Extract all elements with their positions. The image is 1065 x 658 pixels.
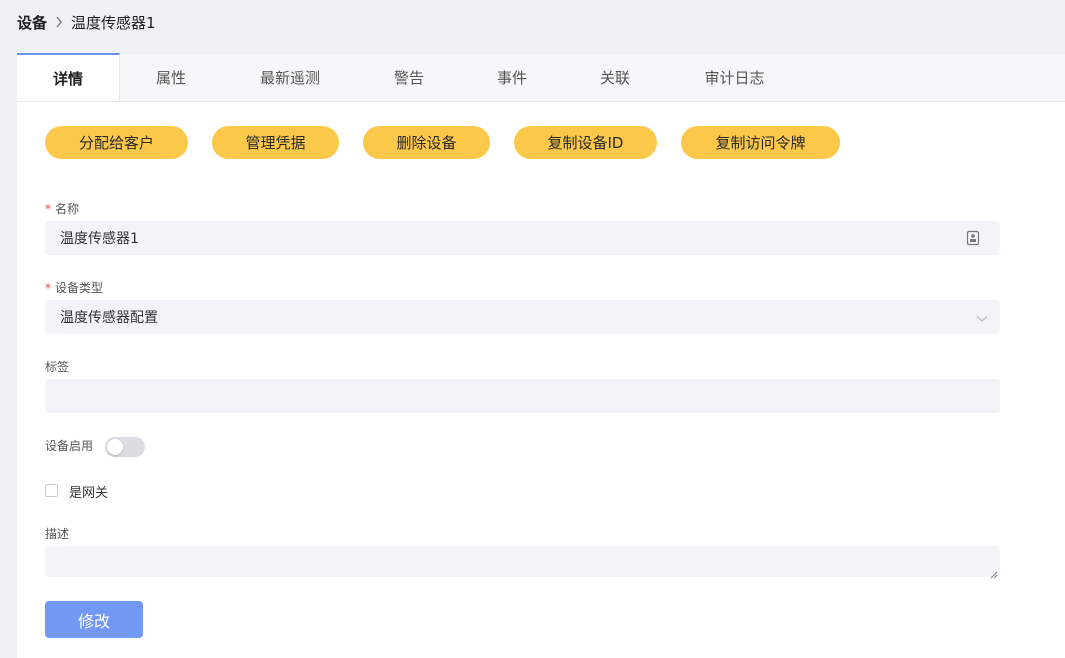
- device-type-select[interactable]: 温度传感器配置: [45, 300, 1000, 334]
- delete-device-button[interactable]: 删除设备: [363, 126, 490, 159]
- tag-input[interactable]: [45, 379, 1000, 413]
- tab-attributes[interactable]: 属性: [131, 54, 211, 101]
- device-enabled-label: 设备启用: [45, 439, 94, 453]
- is-gateway-label[interactable]: 是网关: [69, 482, 108, 501]
- device-detail-card: 详情 属性 最新遥测 警告 事件 关联 审计日志 分配给客户 管理凭据 删除设备…: [17, 53, 1065, 658]
- resize-handle-icon[interactable]: [990, 567, 998, 579]
- assign-customer-button[interactable]: 分配给客户: [45, 126, 188, 159]
- required-mark: *: [45, 202, 51, 216]
- breadcrumb: 设备 温度传感器1: [17, 0, 156, 44]
- tab-bar: 详情 属性 最新遥测 警告 事件 关联 审计日志: [17, 53, 1065, 102]
- chevron-right-icon: [55, 16, 63, 28]
- breadcrumb-current: 温度传感器1: [71, 13, 156, 32]
- name-value: 温度传感器1: [60, 231, 139, 247]
- copy-device-id-button[interactable]: 复制设备ID: [514, 126, 657, 159]
- is-gateway-checkbox[interactable]: [45, 484, 58, 497]
- tag-label: 标签: [45, 360, 70, 374]
- id-card-icon[interactable]: [966, 230, 980, 246]
- tab-audit-logs[interactable]: 审计日志: [687, 54, 782, 101]
- device-type-value: 温度传感器配置: [60, 310, 158, 326]
- chevron-down-icon: [976, 311, 988, 322]
- description-textarea[interactable]: [45, 546, 1000, 579]
- manage-credentials-button[interactable]: 管理凭据: [212, 126, 339, 159]
- copy-access-token-button[interactable]: 复制访问令牌: [681, 126, 840, 159]
- toggle-knob: [107, 439, 123, 455]
- tab-details[interactable]: 详情: [17, 53, 120, 101]
- device-enabled-toggle[interactable]: [105, 437, 145, 457]
- tab-latest-telemetry[interactable]: 最新遥测: [245, 54, 335, 101]
- description-label: 描述: [45, 527, 70, 541]
- device-type-label: * 设备类型: [45, 281, 104, 295]
- name-label: * 名称: [45, 202, 80, 216]
- tab-alarms[interactable]: 警告: [369, 54, 449, 101]
- tab-relations[interactable]: 关联: [575, 54, 655, 101]
- breadcrumb-root[interactable]: 设备: [17, 12, 47, 33]
- required-mark: *: [45, 281, 51, 295]
- name-input[interactable]: 温度传感器1: [45, 221, 1000, 255]
- edit-button[interactable]: 修改: [45, 601, 143, 638]
- tab-events[interactable]: 事件: [472, 54, 552, 101]
